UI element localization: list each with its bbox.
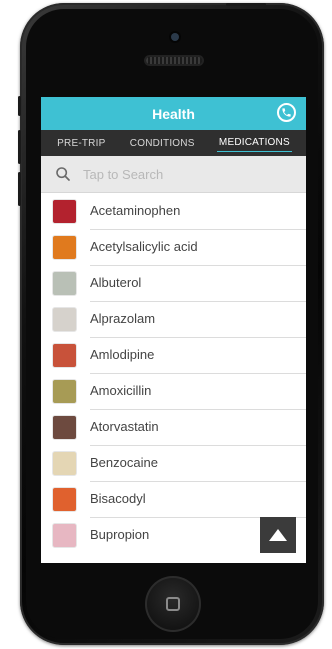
medication-name: Acetylsalicylic acid: [90, 229, 306, 266]
medication-name: Bisacodyl: [90, 481, 306, 518]
app-screen: Health PRE-TRIP CONDITIONS MEDICATIONS A…: [41, 97, 306, 563]
tab-pre-trip[interactable]: PRE-TRIP: [55, 135, 107, 152]
medication-name: Amlodipine: [90, 337, 306, 374]
home-square-icon: [166, 597, 180, 611]
power-button: [226, 3, 266, 6]
medication-name: Benzocaine: [90, 445, 306, 482]
phone-icon: [282, 108, 291, 117]
tab-bar: PRE-TRIP CONDITIONS MEDICATIONS: [41, 130, 306, 156]
list-item[interactable]: Benzocaine: [41, 445, 306, 482]
medication-name: Albuterol: [90, 265, 306, 302]
list-item[interactable]: Acetylsalicylic acid: [41, 229, 306, 266]
list-item[interactable]: Acetaminophen: [41, 193, 306, 230]
list-item[interactable]: Albuterol: [41, 265, 306, 302]
front-camera: [171, 33, 179, 41]
medication-thumbnail: [52, 306, 77, 332]
medication-thumbnail: [52, 486, 77, 512]
tab-conditions[interactable]: CONDITIONS: [128, 135, 197, 152]
mute-switch: [18, 96, 21, 116]
medication-thumbnail: [52, 198, 77, 224]
call-button[interactable]: [277, 103, 296, 122]
medication-thumbnail: [52, 522, 77, 548]
medication-thumbnail: [52, 414, 77, 440]
list-item[interactable]: Amlodipine: [41, 337, 306, 374]
volume-down-button: [18, 172, 21, 206]
tab-medications[interactable]: MEDICATIONS: [216, 134, 292, 152]
home-button[interactable]: [145, 576, 201, 632]
search-bar: [41, 156, 306, 193]
list-item[interactable]: Bisacodyl: [41, 481, 306, 518]
search-input[interactable]: [81, 165, 285, 183]
arrow-up-icon: [269, 529, 287, 541]
list-item[interactable]: Atorvastatin: [41, 409, 306, 446]
earpiece-speaker: [146, 57, 202, 64]
medication-list: Acetaminophen Acetylsalicylic acid Albut…: [41, 193, 306, 553]
medication-thumbnail: [52, 378, 77, 404]
medication-thumbnail: [52, 234, 77, 260]
medication-name: Acetaminophen: [90, 193, 306, 230]
scroll-to-top-button[interactable]: [260, 517, 296, 553]
volume-up-button: [18, 130, 21, 164]
medication-thumbnail: [52, 450, 77, 476]
medication-name: Alprazolam: [90, 301, 306, 338]
app-header: Health: [41, 97, 306, 130]
list-item[interactable]: Amoxicillin: [41, 373, 306, 410]
medication-thumbnail: [52, 270, 77, 296]
medication-name: Atorvastatin: [90, 409, 306, 446]
page-title: Health: [152, 105, 195, 122]
list-item[interactable]: Alprazolam: [41, 301, 306, 338]
medication-name: Amoxicillin: [90, 373, 306, 410]
search-icon: [56, 167, 70, 181]
medication-thumbnail: [52, 342, 77, 368]
